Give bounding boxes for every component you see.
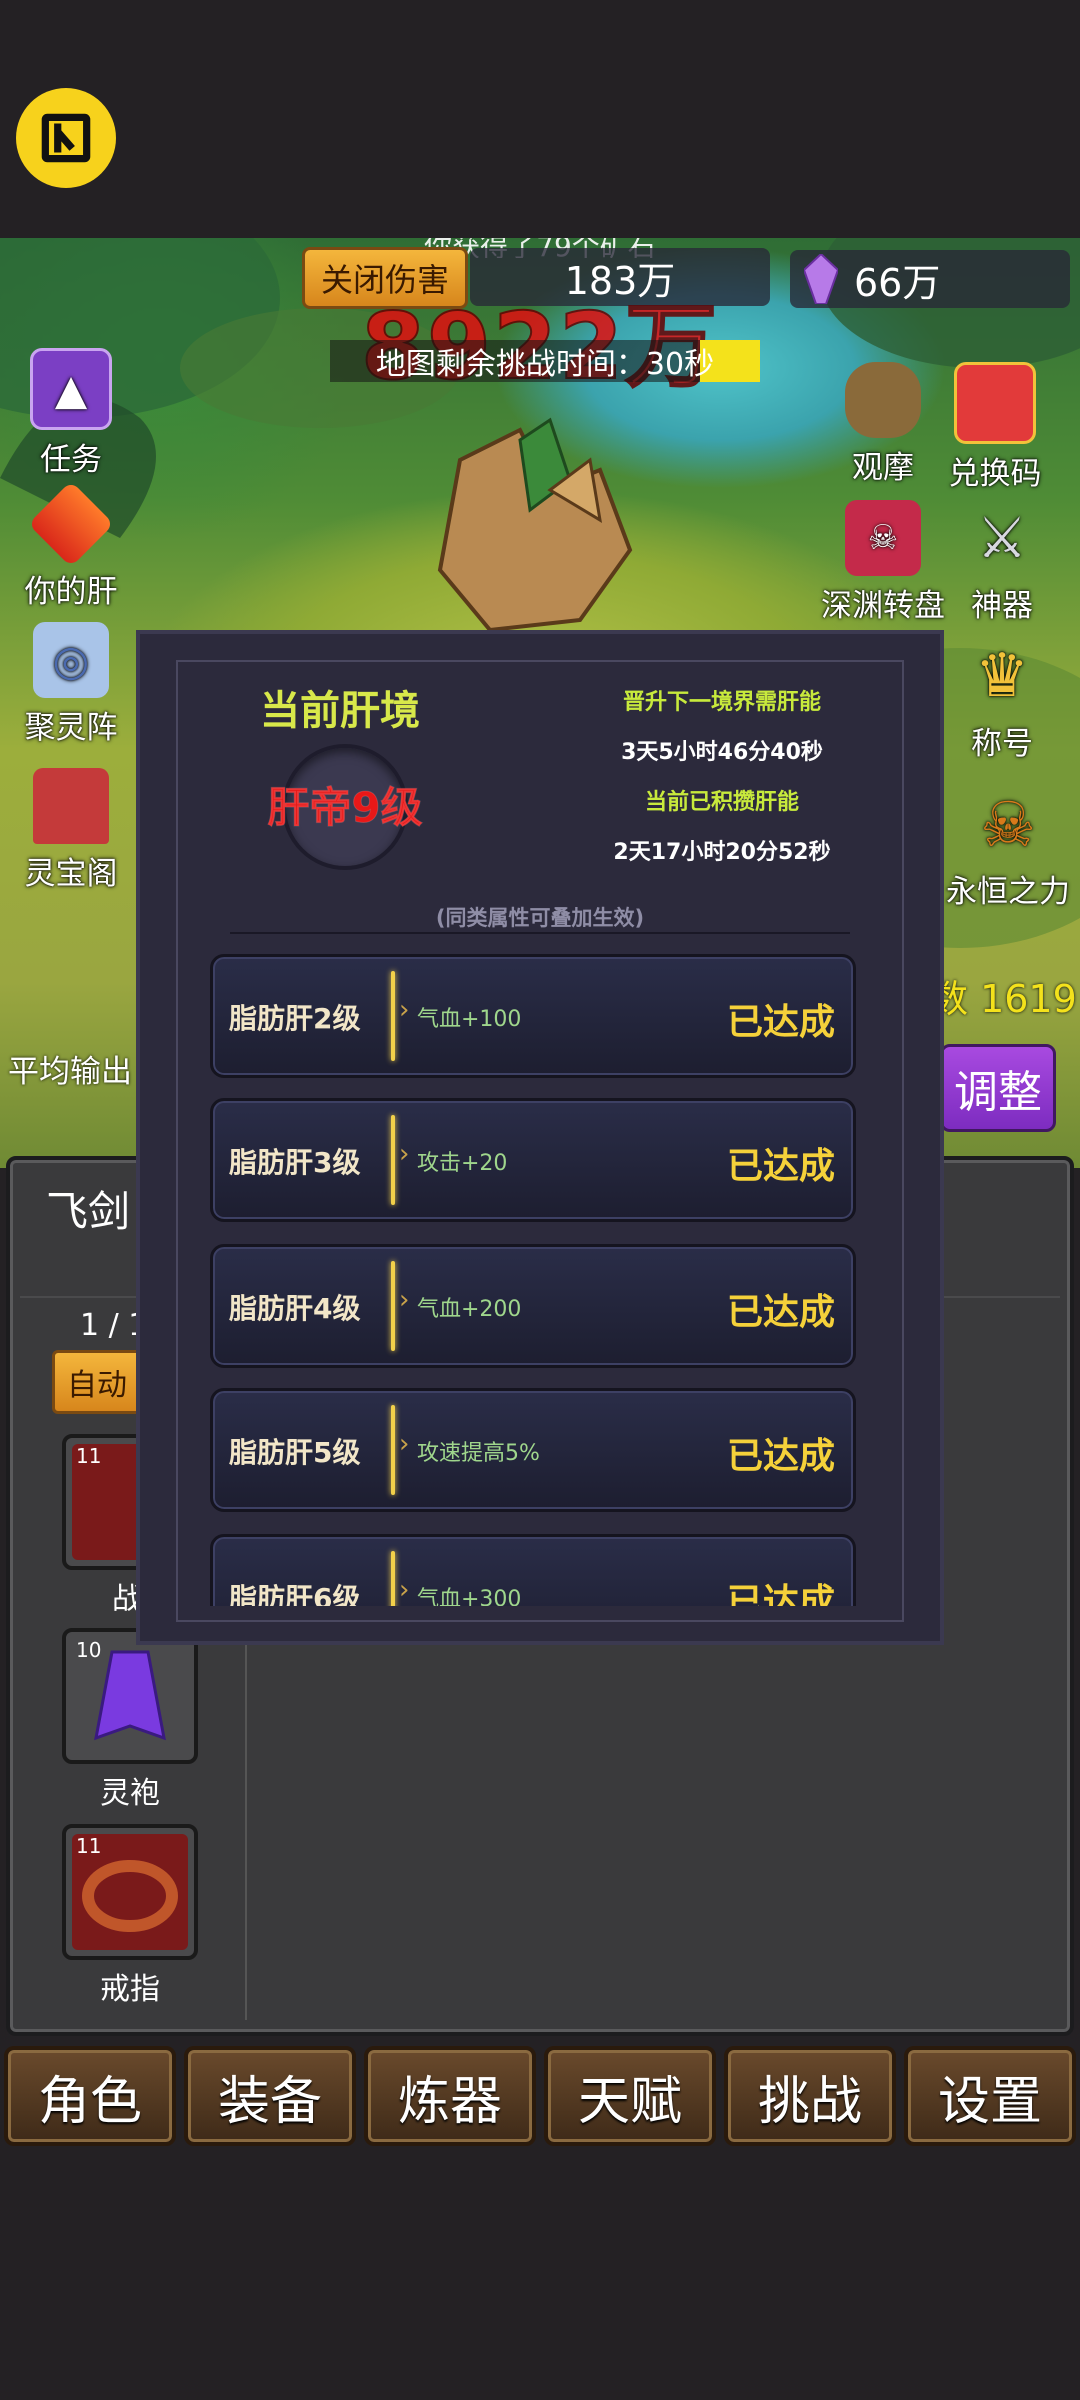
dialog-divider [230,932,850,934]
chevron-right-icon: › [399,995,410,1025]
side-item-label: 神器 [971,588,1033,624]
side-item-eternal-power[interactable]: ☠ 永恒之力 [940,786,1076,911]
equipment-label: 戒指 [100,1972,160,2007]
level-name: 脂肪肝4级 [229,1292,361,1325]
crystal-display: 66万 [790,250,1070,308]
skull-icon: ☠ [980,787,1036,861]
side-item-label: 称号 [971,726,1033,762]
level-status: 已达成 [726,1002,835,1043]
equipment-slot-ring[interactable]: 11 [62,1824,198,1960]
app-logo-icon [41,113,91,163]
spirit-array-icon: ◎ [33,622,109,698]
row-separator [391,971,395,1061]
side-item-label: 观摩 [852,450,914,486]
tab-settings[interactable]: 设置 [904,2046,1076,2146]
realm-level-row[interactable]: 脂肪肝5级 › 攻速提高5% 已达成 [210,1388,856,1512]
chevron-right-icon: › [399,1139,410,1169]
side-item-label: 永恒之力 [946,874,1070,910]
realm-level-row[interactable]: 脂肪肝3级 › 攻击+20 已达成 [210,1098,856,1222]
row-separator [391,1261,395,1351]
task-book-icon: ▲ [30,348,112,430]
side-item-liver[interactable]: 你的肝 [6,481,136,611]
realm-level-text: 肝帝9级 [267,783,423,833]
average-output-label: 平均输出 [8,1054,132,1090]
map-timer: 地图剩余挑战时间：30秒 [330,340,760,382]
navigation-bar-area [0,2158,1080,2400]
level-name: 脂肪肝2级 [229,1002,361,1035]
rank-text: 数 1619 [930,977,1077,1021]
side-item-spirit-array[interactable]: ◎ 聚灵阵 [6,622,136,747]
money-bag-icon [845,362,921,438]
chevron-right-icon: › [399,1285,410,1315]
crystal-icon [804,254,838,304]
level-status: 已达成 [726,1582,835,1606]
side-item-observe[interactable]: 观摩 [818,362,948,487]
boss-tree-golem[interactable] [400,400,660,640]
accumulated-label: 当前已积攒肝能 [644,790,799,815]
realm-level-row[interactable]: 脂肪肝6级 › 气血+300 已达成 [210,1534,856,1606]
crystal-value: 66万 [854,260,941,305]
next-requirement-value: 3天5小时46分40秒 [621,740,823,765]
level-status: 已达成 [726,1436,835,1477]
sword-icon: ⚔ [976,505,1028,571]
tab-talent[interactable]: 天赋 [544,2046,716,2146]
side-item-label: 灵宝阁 [24,856,118,892]
side-item-treasure-shop[interactable]: 灵宝阁 [6,768,136,893]
liver-gem-icon [28,481,114,567]
treasure-shop-icon [33,768,109,844]
flying-sword-tab[interactable]: 飞剑 [46,1178,130,1239]
tab-equipment[interactable]: 装备 [184,2046,356,2146]
side-item-label: 聚灵阵 [24,710,118,746]
side-item-label: 兑换码 [948,456,1042,492]
auto-button[interactable]: 自动 [52,1350,148,1414]
level-attribute: 攻速提高5% [417,1441,540,1466]
slot-level: 10 [76,1638,102,1662]
slot-level: 11 [76,1444,102,1468]
abyss-wheel-icon: ☠ [845,500,921,576]
side-item-artifact[interactable]: ⚔ 神器 [940,500,1064,625]
level-name: 脂肪肝5级 [229,1436,361,1469]
current-realm-title: 当前肝境 [260,688,420,734]
chevron-right-icon: › [399,1575,410,1605]
gift-box-icon [954,362,1036,444]
level-name: 脂肪肝3级 [229,1146,361,1179]
crown-icon: ♛ [975,641,1029,711]
tab-character[interactable]: 角色 [4,2046,176,2146]
level-name: 脂肪肝6级 [229,1582,361,1606]
side-item-label: 深渊转盘 [821,588,945,624]
side-item-title[interactable]: ♛ 称号 [940,638,1064,763]
row-separator [391,1115,395,1205]
level-attribute: 气血+200 [417,1297,522,1322]
row-separator [391,1405,395,1495]
status-bar-area [0,0,1080,238]
row-separator [391,1551,395,1606]
realm-level-row[interactable]: 脂肪肝4级 › 气血+200 已达成 [210,1244,856,1368]
tab-challenge[interactable]: 挑战 [724,2046,896,2146]
equipment-label: 战 [112,1582,142,1617]
bottom-tab-bar: 角色 装备 炼器 天赋 挑战 设置 [0,2046,1080,2158]
level-attribute: 气血+100 [417,1007,522,1032]
side-item-redeem-code[interactable]: 兑换码 [930,362,1060,493]
realm-level-list[interactable]: 脂肪肝2级 › 气血+100 已达成 脂肪肝3级 › 攻击+20 已达成 脂肪肝… [210,954,880,1606]
level-attribute: 气血+300 [417,1587,522,1606]
side-item-label: 你的肝 [24,574,118,610]
side-item-task[interactable]: ▲ 任务 [6,348,136,479]
level-status: 已达成 [726,1292,835,1333]
slot-level: 11 [76,1834,102,1858]
app-logo[interactable] [16,88,116,188]
side-item-label: 任务 [40,442,102,478]
equipment-slot-spirit-robe[interactable]: 10 [62,1628,198,1764]
stack-note: (同类属性可叠加生效) [435,906,645,930]
level-status: 已达成 [726,1146,835,1187]
accumulated-value: 2天17小时20分52秒 [613,840,831,865]
next-requirement-label: 晋升下一境界需肝能 [622,690,821,715]
realm-level-row[interactable]: 脂肪肝2级 › 气血+100 已达成 [210,954,856,1078]
liver-realm-dialog[interactable]: 当前肝境 肝帝9级 晋升下一境界需肝能 3天5小时46分40秒 当前已积攒肝能 … [136,630,944,1645]
tab-forge[interactable]: 炼器 [364,2046,536,2146]
chevron-right-icon: › [399,1429,410,1459]
level-attribute: 攻击+20 [417,1151,508,1176]
equipment-label: 灵袍 [100,1776,160,1811]
side-item-abyss-wheel[interactable]: ☠ 深渊转盘 [818,500,948,625]
adjust-button[interactable]: 调整 [940,1044,1056,1132]
